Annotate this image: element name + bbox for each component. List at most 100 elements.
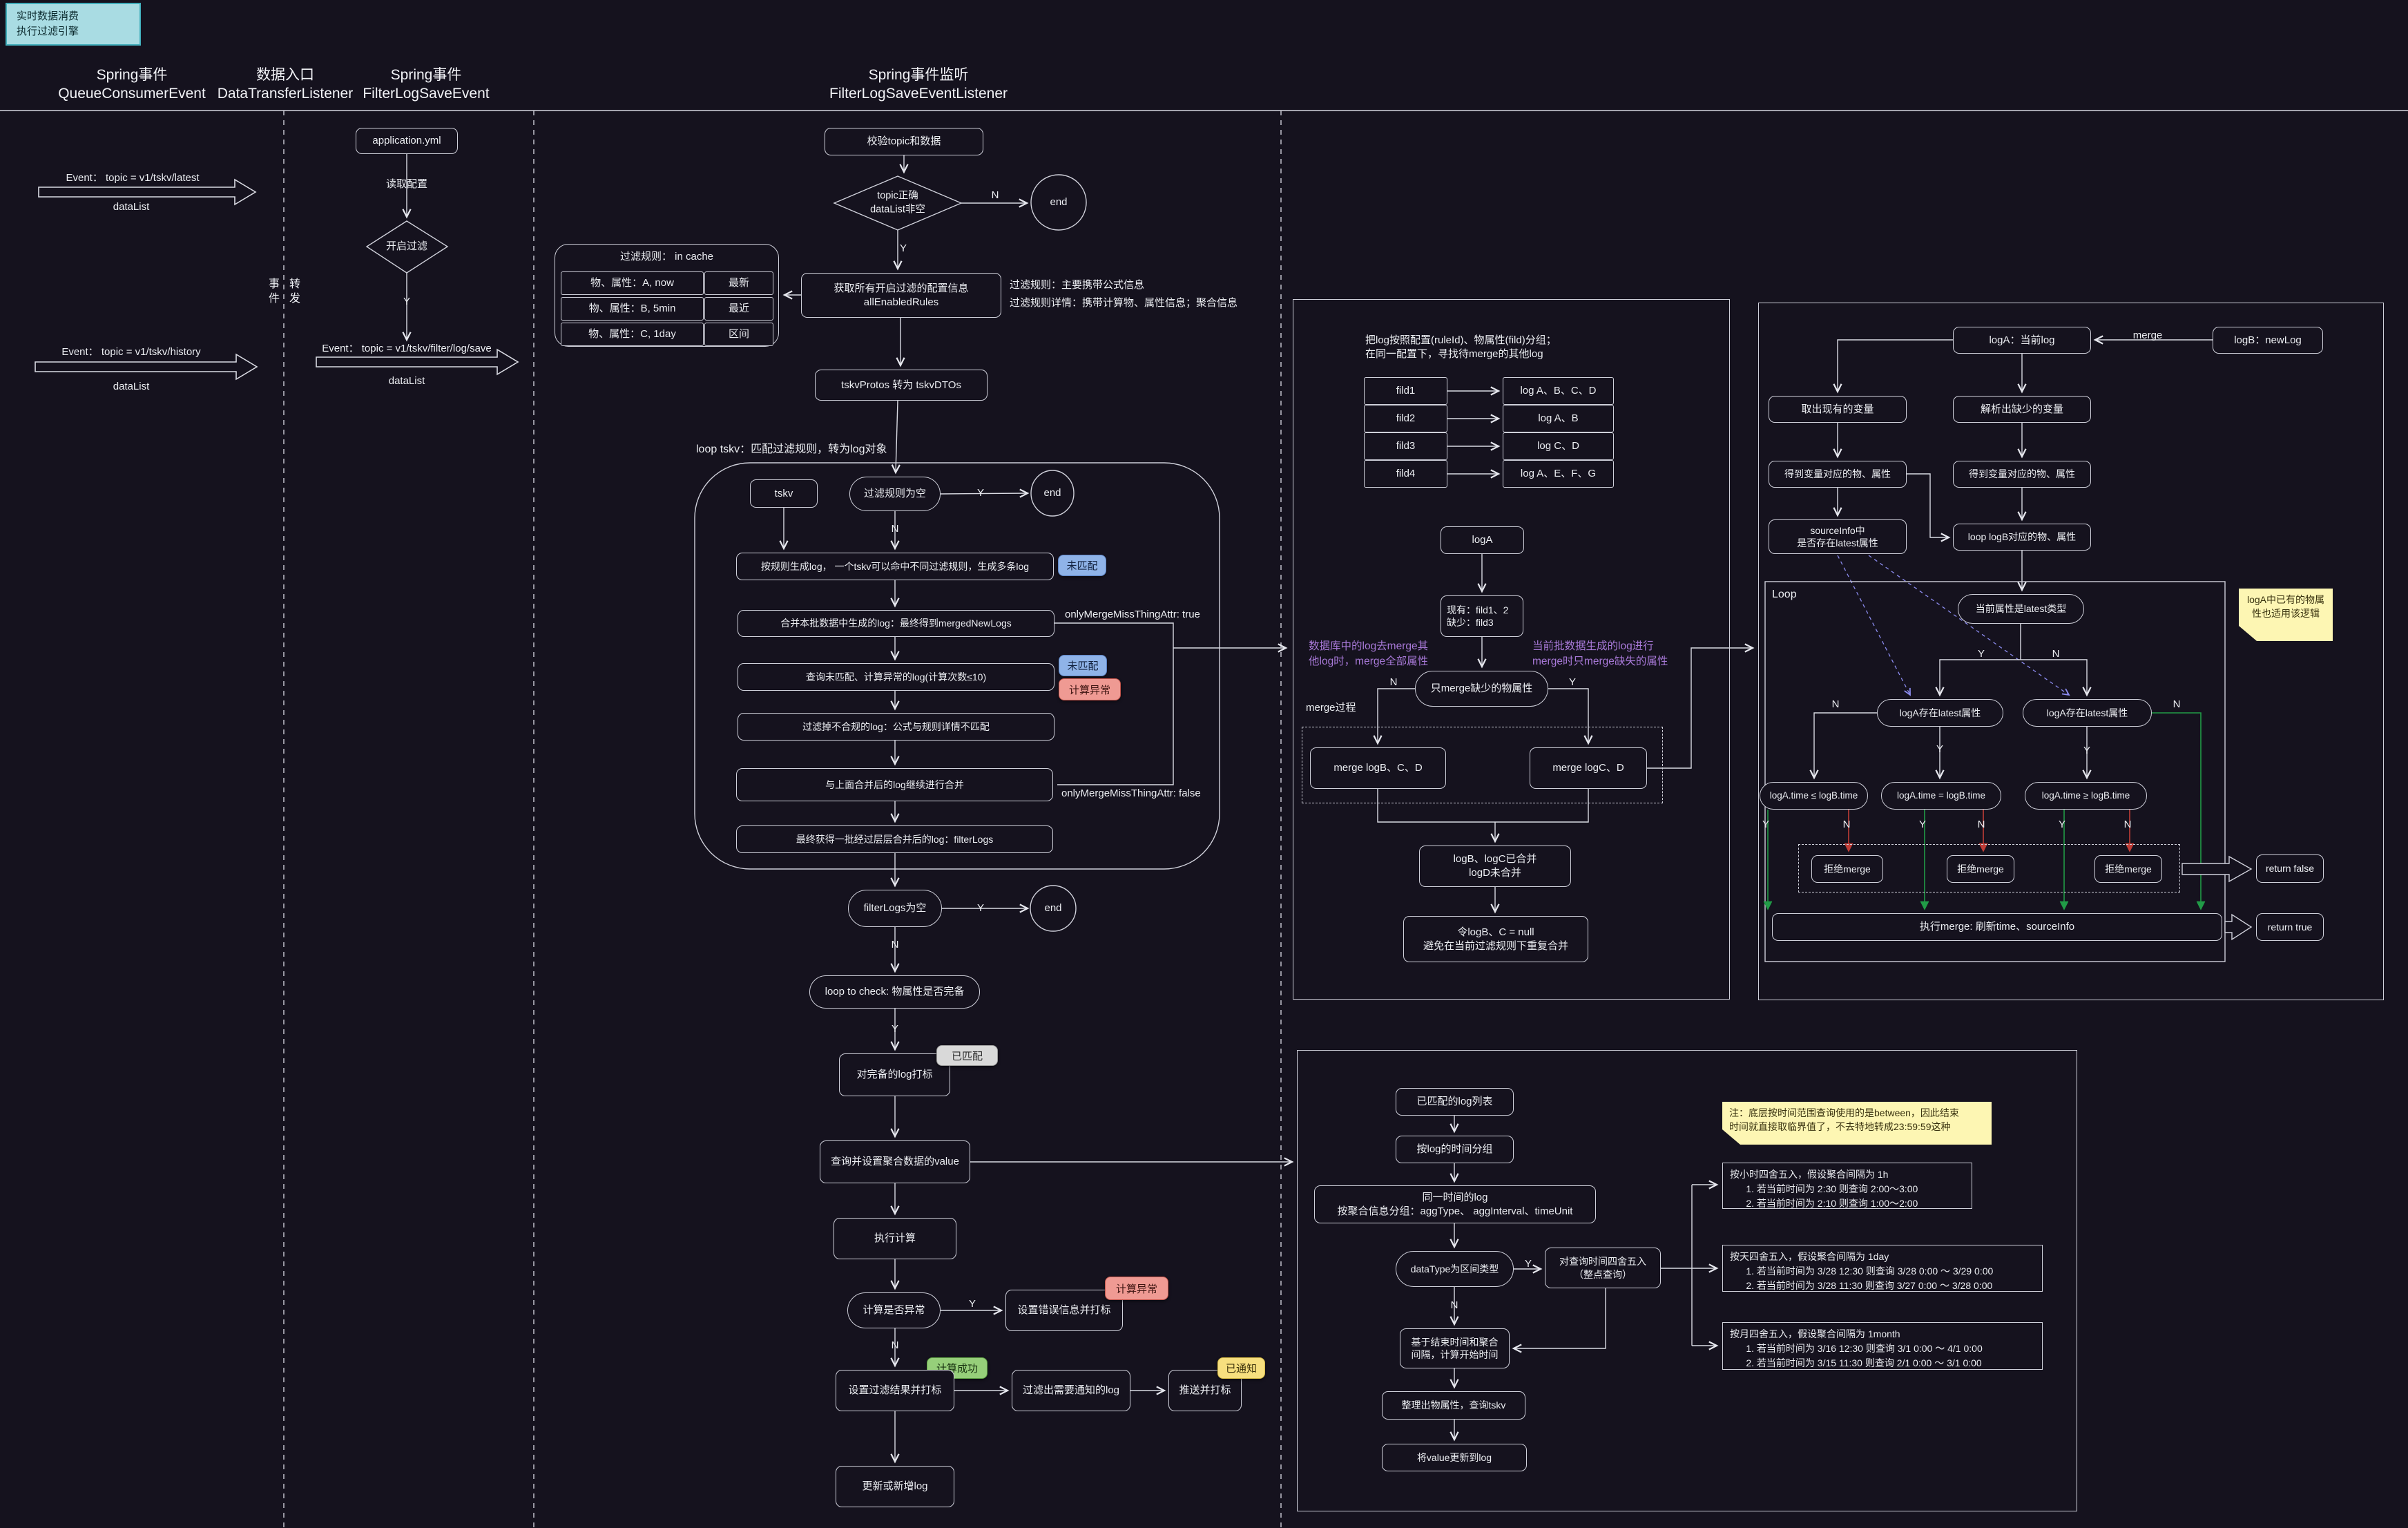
merge-again-node: 与上面合并后的log继续进行合并 <box>736 768 1053 801</box>
filter-invalid-node: 过滤掉不合规的log：公式与规则详情不匹配 <box>738 713 1054 741</box>
branch-n-label: N <box>2052 647 2060 661</box>
branch-n-label: N <box>992 189 999 202</box>
branch-n-label: N <box>892 938 899 952</box>
lane-header-queue-consumer: Spring事件 QueueConsumerEvent <box>58 66 206 104</box>
read-config-label: 读取配置 <box>386 178 427 191</box>
has-latest-decision-right: logA存在latest属性 <box>2023 699 2152 727</box>
filter-notify-node: 过滤出需要通知的log <box>1012 1370 1130 1411</box>
between-note: 注：底层按时间范围查询使用的是between，因此结束 时间就直接取临界值了，不… <box>1722 1102 1992 1145</box>
cache-row-attr: 物、属性：C, 1day <box>561 323 704 346</box>
filterlogs-empty-decision: filterLogs为空 <box>848 890 942 927</box>
branch-y-label: Y <box>892 1022 898 1036</box>
branch-n-label: N <box>1978 818 1985 832</box>
event-history-label: Event： topic = v1/tskv/history <box>61 345 200 359</box>
only-merge-false-label: onlyMergeMissThingAttr: false <box>1061 787 1201 801</box>
fild-cell: fild1 <box>1364 377 1447 405</box>
branch-n-label: N <box>2124 818 2132 832</box>
branch-y-label: Y <box>977 901 984 915</box>
calc-abnormal-decision: 计算是否异常 <box>847 1292 941 1328</box>
lane-relay-label-event: 事件 <box>264 278 280 307</box>
datalist-label-1: dataList <box>113 200 150 214</box>
sourceinfo-node: sourceInfo中 是否存在latest属性 <box>1769 519 1907 554</box>
return-false-node: return false <box>2256 854 2324 883</box>
fild-cell: fild3 <box>1364 432 1447 460</box>
branch-y-label: Y <box>1919 818 1926 832</box>
get-attr-node: 得到变量对应的物、属性 <box>1953 461 2091 488</box>
mark-complete-node: 对完备的log打标 <box>839 1053 950 1096</box>
query-unmatched-node: 查询未匹配、计算异常的log(计算次数≤10) <box>738 663 1054 691</box>
has-latest-decision-left: logA存在latest属性 <box>1877 699 2003 727</box>
unmatched-badge: 未匹配 <box>1058 555 1106 576</box>
loop-logb-node: loop logB对应的物、属性 <box>1953 524 2091 551</box>
notified-badge: 已通知 <box>1217 1357 1265 1379</box>
update-log-node: 更新或新增log <box>836 1466 954 1507</box>
time-ge-decision: logA.time ≥ logB.time <box>2025 782 2147 810</box>
branch-n-label: N <box>1843 818 1851 832</box>
end-node-3: end <box>1044 901 1061 915</box>
group-by-time-node: 按log的时间分组 <box>1396 1136 1514 1163</box>
branch-y-label: Y <box>900 242 907 256</box>
time-eq-decision: logA.time = logB.time <box>1881 782 2001 810</box>
merge-batch-node: 合并本批数据中生成的log：最终得到mergedNewLogs <box>738 610 1054 637</box>
unmatched-badge: 未匹配 <box>1059 655 1107 676</box>
page-title: 实时数据消费 执行过滤引擎 <box>6 3 141 46</box>
loop-check-node: loop to check: 物属性是否完备 <box>809 975 980 1009</box>
fild-cell: fild4 <box>1364 460 1447 488</box>
reject-merge-node: 拒绝merge <box>2094 855 2162 883</box>
tskv-node: tskv <box>750 479 818 508</box>
branch-y-label: Y <box>1762 818 1769 832</box>
reject-merge-node: 拒绝merge <box>1947 855 2014 883</box>
update-value-node: 将value更新到log <box>1382 1444 1527 1471</box>
group-by-agg-node: 同一时间的log 按聚合信息分组：aggType、 aggInterval、ti… <box>1314 1185 1596 1223</box>
merge-cd-node: merge logC、D <box>1530 747 1647 789</box>
arrange-query-node: 整理出物属性，查询tskv <box>1382 1391 1525 1420</box>
generate-log-node: 按规则生成log， 一个tskv可以命中不同过滤规则，生成多条log <box>736 553 1054 580</box>
merge-all-attrs-note: 数据库中的log去merge其 他log时，merge全部属性 <box>1309 639 1428 670</box>
branch-n-label: N <box>1832 698 1840 712</box>
datalist-label-2: dataList <box>113 380 150 394</box>
end-node-1: end <box>1050 195 1067 209</box>
fild-cell: fild2 <box>1364 405 1447 432</box>
branch-y-label: Y <box>1978 647 1985 661</box>
matched-badge: 已匹配 <box>936 1045 998 1066</box>
parse-missing-node: 解析出缺少的变量 <box>1953 396 2091 423</box>
lane-header-listener: Spring事件监听 FilterLogSaveEventListener <box>829 66 1008 104</box>
merge-missing-attrs-note: 当前批数据生成的log进行 merge时只merge缺失的属性 <box>1532 639 1668 670</box>
event-filter-save-label: Event： topic = v1/tskv/filter/log/save <box>322 342 492 356</box>
branch-y-label: Y <box>1936 743 1943 756</box>
datatype-interval-decision: dataType为区间类型 <box>1396 1251 1514 1287</box>
query-agg-node: 查询并设置聚合数据的value <box>820 1140 970 1183</box>
cache-row-attr: 物、属性：A, now <box>561 271 704 295</box>
time-le-decision: logA.time ≤ logB.time <box>1760 782 1868 810</box>
branch-y-label: Y <box>2059 818 2065 832</box>
branch-y-label: Y <box>969 1297 976 1311</box>
rules-note: 过滤规则：主要携带公式信息 过滤规则详情：携带计算物、属性信息；聚合信息 <box>1010 276 1237 313</box>
branch-y-label: Y <box>2083 744 2090 758</box>
branch-n-label: N <box>1451 1299 1458 1312</box>
cache-row-type: 最新 <box>704 271 773 295</box>
matched-list-node: 已匹配的log列表 <box>1396 1088 1514 1116</box>
merge-process-label: merge过程 <box>1306 701 1356 715</box>
application-yml-node: application.yml <box>356 128 458 154</box>
merged-state-node: logB、logC已合并 logD未合并 <box>1419 846 1571 887</box>
cache-row-attr: 物、属性：B, 5min <box>561 297 704 321</box>
loga-current-node: logA：当前log <box>1953 327 2091 354</box>
exist-missing-node: 现有：fild1、2 缺少：fild3 <box>1441 595 1523 637</box>
branch-y-label: Y <box>1525 1257 1532 1271</box>
is-latest-decision: 当前属性是latest类型 <box>1958 594 2084 624</box>
fild-logs-cell: log C、D <box>1503 432 1614 460</box>
event-latest-label: Event： topic = v1/tskv/latest <box>66 171 199 185</box>
round-query-node: 对查询时间四舍五入 （整点查询） <box>1545 1248 1661 1288</box>
loga-node: logA <box>1441 526 1524 554</box>
example-month-box: 按月四舍五入，假设聚合间隔为 1month 1. 若当前时间为 3/16 12:… <box>1722 1322 2043 1370</box>
reject-merge-node: 拒绝merge <box>1811 855 1883 883</box>
check-topic-diamond-label: topic正确 dataList非空 <box>870 189 925 216</box>
loga-logic-note: logA中已有的物属 性也适用该逻辑 <box>2239 589 2333 641</box>
filter-switch-diamond-label: 开启过滤 <box>386 240 427 254</box>
cache-row-type: 区间 <box>704 323 773 346</box>
fild-logs-cell: log A、E、F、G <box>1503 460 1614 488</box>
branch-n-label: N <box>2173 698 2181 712</box>
only-merge-missing-decision: 只merge缺少的物属性 <box>1415 671 1548 707</box>
merge-bcd-node: merge logB、C、D <box>1310 747 1446 789</box>
exec-calc-node: 执行计算 <box>834 1218 956 1259</box>
